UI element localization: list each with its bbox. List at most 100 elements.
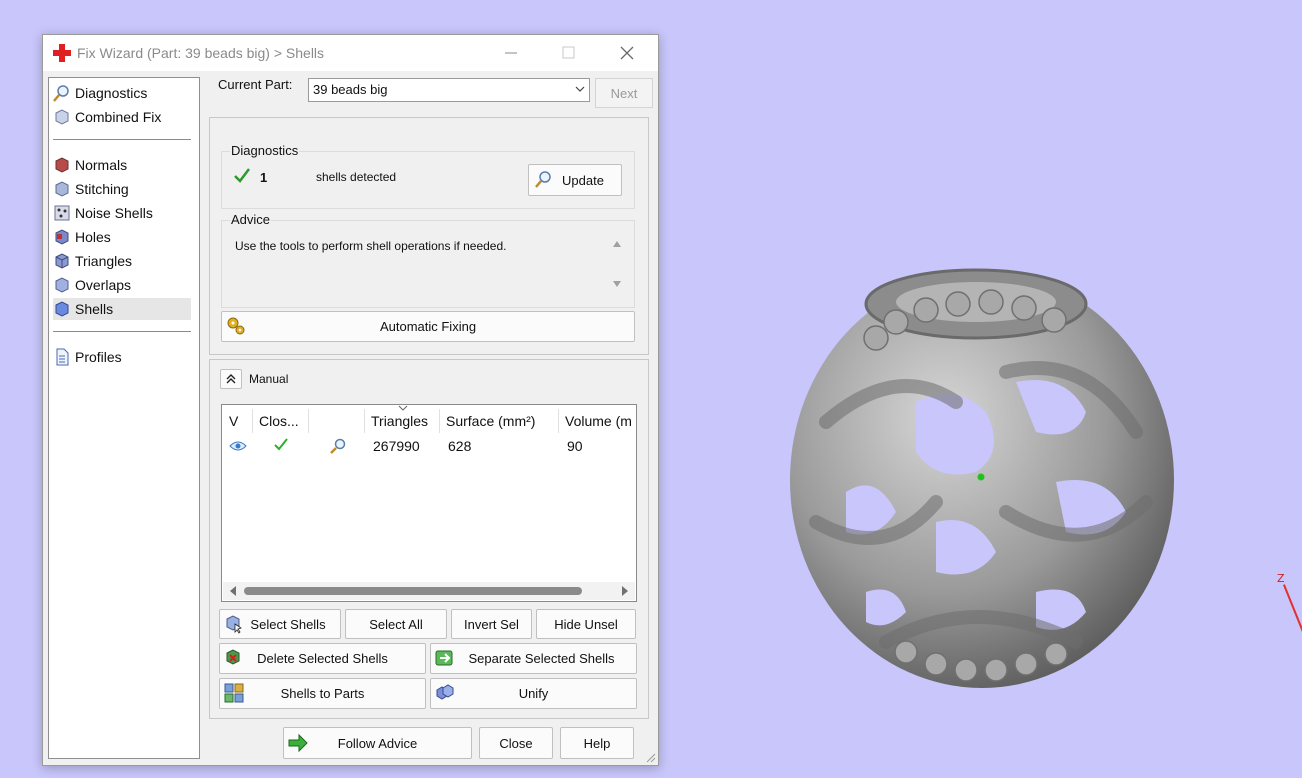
nav-item-profiles[interactable]: Profiles xyxy=(53,346,191,368)
nav-label: Stitching xyxy=(75,181,129,197)
axis-z-line xyxy=(1283,584,1302,650)
document-icon xyxy=(56,348,69,366)
cell-volume: 90 xyxy=(567,438,583,454)
sort-indicator-icon xyxy=(398,405,408,411)
magnifier-icon xyxy=(535,171,551,188)
column-header-surface[interactable]: Surface (mm²) xyxy=(446,409,535,433)
unify-cubes-icon xyxy=(436,684,454,700)
follow-advice-label: Follow Advice xyxy=(337,735,418,751)
nav-label: Overlaps xyxy=(75,277,132,293)
select-shells-label: Select Shells xyxy=(250,616,326,632)
chevron-down-icon xyxy=(575,86,585,92)
holes-cube-icon xyxy=(55,229,69,245)
gears-icon xyxy=(227,317,245,335)
column-header-v[interactable]: V xyxy=(229,409,238,433)
nav-item-overlaps[interactable]: Overlaps xyxy=(53,274,191,296)
normals-cube-icon xyxy=(55,157,69,173)
separate-selected-label: Separate Selected Shells xyxy=(468,651,615,666)
double-chevron-up-icon xyxy=(226,374,236,384)
hide-unselected-button[interactable]: Hide Unsel xyxy=(536,609,636,639)
eye-icon[interactable] xyxy=(229,439,247,453)
advice-box: Use the tools to perform shell operation… xyxy=(229,233,625,296)
overlaps-cube-icon xyxy=(55,277,69,293)
automatic-fixing-button[interactable]: Automatic Fixing xyxy=(221,311,635,342)
nav-item-diagnostics[interactable]: Diagnostics xyxy=(53,82,191,104)
nav-item-combined-fix[interactable]: Combined Fix xyxy=(53,106,191,128)
advice-title: Advice xyxy=(230,212,272,227)
noise-shells-icon xyxy=(54,205,70,221)
scrollbar-thumb[interactable] xyxy=(244,587,582,595)
nav-label: Holes xyxy=(75,229,111,245)
help-button[interactable]: Help xyxy=(560,727,634,759)
wizard-nav: Diagnostics Combined Fix Normals Stitchi… xyxy=(48,77,200,759)
cell-triangles: 267990 xyxy=(373,438,420,454)
advice-scrollbar[interactable] xyxy=(609,233,625,295)
nav-item-normals[interactable]: Normals xyxy=(53,154,191,176)
next-button[interactable]: Next xyxy=(595,78,653,108)
close-button[interactable]: Close xyxy=(479,727,553,759)
nav-item-noise-shells[interactable]: Noise Shells xyxy=(53,202,191,224)
window-title: Fix Wizard (Part: 39 beads big) > Shells xyxy=(77,45,325,61)
title-bar[interactable]: Fix Wizard (Part: 39 beads big) > Shells xyxy=(43,35,658,71)
nav-divider xyxy=(53,139,191,140)
scroll-right-icon[interactable] xyxy=(621,586,629,596)
nav-item-triangles[interactable]: Triangles xyxy=(53,250,191,272)
column-separator xyxy=(439,409,440,433)
cube-icon xyxy=(55,109,69,125)
nav-label: Shells xyxy=(75,301,114,317)
select-all-button[interactable]: Select All xyxy=(345,609,447,639)
column-separator xyxy=(558,409,559,433)
current-part-select[interactable]: 39 beads big xyxy=(308,78,590,102)
manual-title: Manual xyxy=(249,372,289,386)
nav-label: Combined Fix xyxy=(75,109,162,125)
nav-label: Profiles xyxy=(75,349,122,365)
column-separator xyxy=(364,409,365,433)
invert-selection-button[interactable]: Invert Sel xyxy=(451,609,532,639)
resize-grip-icon[interactable] xyxy=(644,751,656,763)
column-header-closed[interactable]: Clos... xyxy=(259,409,299,433)
bead-model[interactable] xyxy=(786,262,1178,692)
separate-selected-shells-button[interactable]: Separate Selected Shells xyxy=(430,643,637,674)
current-part-label: Current Part: xyxy=(218,77,293,92)
shells-to-parts-button[interactable]: Shells to Parts xyxy=(219,678,426,709)
maximize-button[interactable] xyxy=(549,41,589,65)
shells-table[interactable]: V Clos... Triangles Surface (mm²) Volume… xyxy=(221,404,637,602)
column-header-triangles[interactable]: Triangles xyxy=(371,409,428,433)
table-horizontal-scrollbar[interactable] xyxy=(223,582,635,600)
follow-advice-button[interactable]: Follow Advice xyxy=(283,727,472,759)
column-separator xyxy=(252,409,253,433)
checkmark-icon xyxy=(234,168,250,183)
nav-label: Normals xyxy=(75,157,128,173)
stitching-cube-icon xyxy=(55,181,69,197)
diagnostics-message: shells detected xyxy=(316,170,397,184)
shell-count: 1 xyxy=(260,170,268,185)
cube-cursor-icon xyxy=(226,615,242,634)
advice-text: Use the tools to perform shell operation… xyxy=(235,239,507,253)
unify-button[interactable]: Unify xyxy=(430,678,637,709)
column-separator xyxy=(308,409,309,433)
scroll-left-icon[interactable] xyxy=(229,586,237,596)
nav-item-stitching[interactable]: Stitching xyxy=(53,178,191,200)
nav-item-holes[interactable]: Holes xyxy=(53,226,191,248)
nav-item-shells[interactable]: Shells xyxy=(53,298,191,320)
nav-divider xyxy=(53,331,191,332)
collapse-manual-button[interactable] xyxy=(220,369,242,389)
select-shells-button[interactable]: Select Shells xyxy=(219,609,341,639)
red-cross-icon xyxy=(53,44,71,62)
automatic-fixing-label: Automatic Fixing xyxy=(379,319,477,334)
magnifier-icon[interactable] xyxy=(329,437,347,455)
shells-to-parts-icon xyxy=(224,683,244,703)
delete-selected-label: Delete Selected Shells xyxy=(257,651,388,666)
minimize-button[interactable] xyxy=(491,41,531,65)
nav-label: Triangles xyxy=(75,253,133,269)
delete-selected-shells-button[interactable]: Delete Selected Shells xyxy=(219,643,426,674)
checkmark-icon xyxy=(274,438,288,451)
update-button[interactable]: Update xyxy=(528,164,622,196)
column-header-volume[interactable]: Volume (m xyxy=(565,409,632,433)
triangles-cube-icon xyxy=(55,253,69,269)
cell-surface: 628 xyxy=(448,438,472,454)
close-window-button[interactable] xyxy=(607,41,647,65)
nav-label: Diagnostics xyxy=(75,85,148,101)
delete-cube-icon xyxy=(226,649,240,665)
magnifier-icon xyxy=(53,85,69,102)
